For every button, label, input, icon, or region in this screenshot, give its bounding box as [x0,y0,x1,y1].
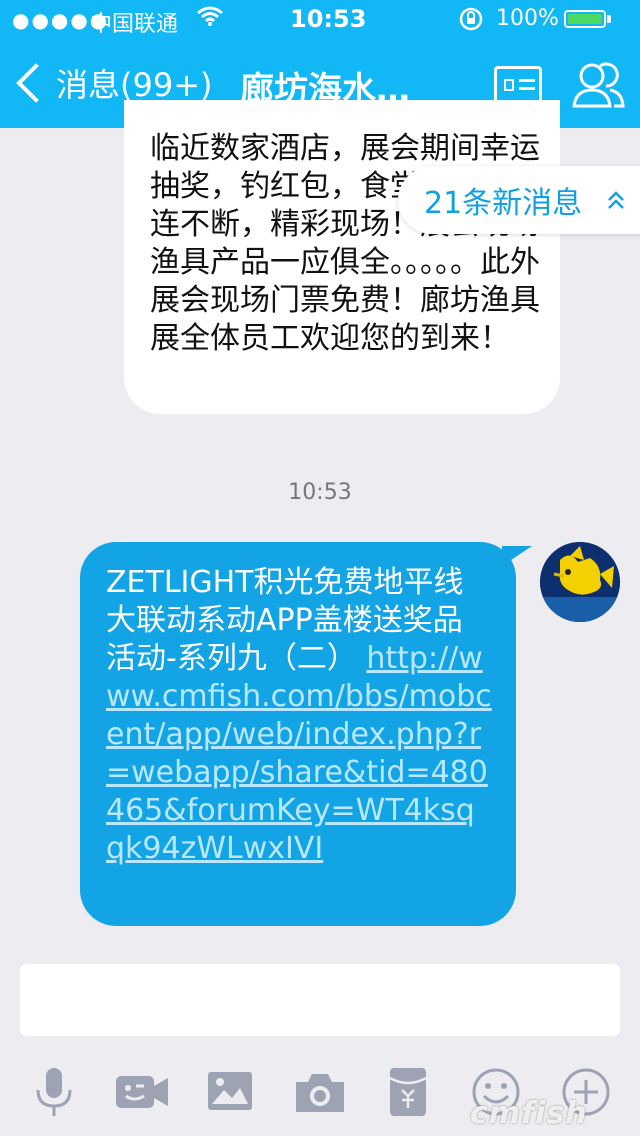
chevron-left-icon [16,63,56,103]
message-timestamp: 10:53 [288,480,352,505]
status-time: 10:53 [290,5,367,33]
profile-card-icon[interactable] [494,66,542,104]
battery-percentage: 100% [496,6,559,31]
video-icon[interactable] [112,1062,172,1122]
camera-icon[interactable] [290,1062,350,1122]
incoming-message-bubble[interactable]: 临近数家酒店，展会期间幸运抽奖，钓红包，食堂等活动接连不断，精彩现场！展会现场渔… [124,100,560,414]
wifi-icon [196,4,224,34]
new-messages-indicator[interactable]: 21条新消息 [398,166,640,234]
red-packet-icon[interactable] [378,1062,438,1122]
battery-icon [564,10,606,28]
group-members-icon[interactable] [570,58,626,110]
avatar[interactable] [540,542,620,622]
double-chevron-up-icon [606,190,626,212]
microphone-icon[interactable] [24,1062,84,1122]
status-bar: ●●●●● 中国联通 10:53 100% [0,0,640,40]
rotation-lock-icon [458,6,484,38]
carrier-name: 中国联通 [90,12,179,37]
incoming-message-text: 临近数家酒店，展会期间幸运抽奖，钓红包，食堂等活动接连不断，精彩现场！展会现场渔… [150,131,540,356]
watermark: cmfish [470,1096,588,1131]
battery-tip [607,15,611,23]
image-icon[interactable] [200,1062,260,1122]
new-messages-label: 21条新消息 [424,186,583,221]
outgoing-message-bubble[interactable]: ZETLIGHT积光免费地平线大联动系动APP盖楼送奖品活动-系列九（二） ht… [80,542,516,926]
message-input[interactable] [20,964,620,1036]
